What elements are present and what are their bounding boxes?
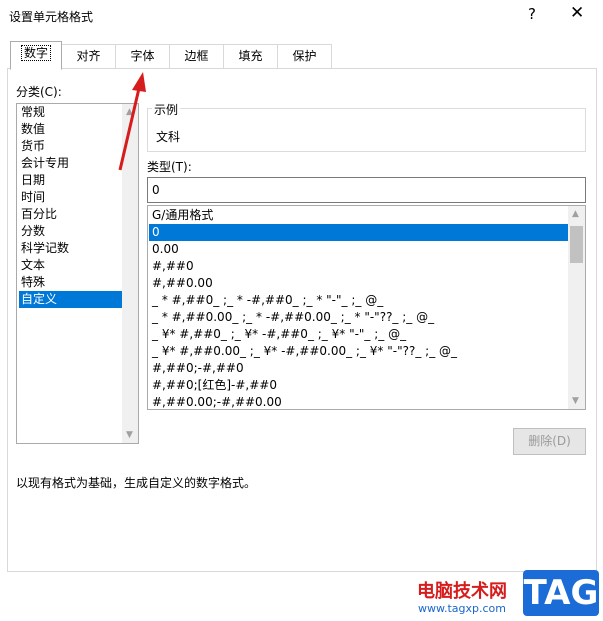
- watermark-site-name: 电脑技术网: [417, 581, 507, 602]
- annotation-arrow-icon: [118, 72, 146, 171]
- tab-number[interactable]: 数字: [10, 41, 62, 70]
- scroll-thumb[interactable]: [570, 226, 583, 263]
- category-label: 分类(C):: [16, 85, 62, 99]
- category-item[interactable]: 会计专用: [19, 155, 122, 172]
- category-item[interactable]: 常规: [19, 104, 122, 121]
- sample-value: 文科: [156, 130, 181, 144]
- category-item[interactable]: 货币: [19, 138, 122, 155]
- category-item[interactable]: 日期: [19, 172, 122, 189]
- format-item[interactable]: _ ¥* #,##0_ ;_ ¥* -#,##0_ ;_ ¥* "-"_ ;_ …: [149, 326, 569, 343]
- format-item[interactable]: 0.00: [149, 241, 569, 258]
- type-input[interactable]: 0: [147, 177, 586, 203]
- format-item[interactable]: #,##0: [149, 258, 569, 275]
- type-label: 类型(T):: [147, 160, 192, 174]
- scroll-down-icon[interactable]: ▼: [572, 396, 579, 406]
- close-button[interactable]: ✕: [570, 3, 584, 23]
- category-item[interactable]: 百分比: [19, 206, 122, 223]
- tab-border[interactable]: 边框: [169, 44, 224, 68]
- scroll-up-icon[interactable]: ▲: [572, 209, 579, 219]
- category-item[interactable]: 分数: [19, 223, 122, 240]
- format-item[interactable]: #,##0.00;-#,##0.00: [149, 394, 569, 409]
- type-input-value: 0: [152, 183, 160, 197]
- watermark-url: www.tagxp.com: [418, 602, 506, 615]
- sample-legend: 示例: [152, 101, 181, 118]
- category-item[interactable]: 时间: [19, 189, 122, 206]
- format-scrollbar[interactable]: ▲ ▼: [568, 206, 585, 409]
- tab-fill[interactable]: 填充: [223, 44, 278, 68]
- delete-button[interactable]: 删除(D): [513, 428, 586, 455]
- watermark-tag-logo: TAG: [523, 570, 599, 616]
- format-item[interactable]: #,##0;[红色]-#,##0: [149, 377, 569, 394]
- category-item[interactable]: 特殊: [19, 274, 122, 291]
- tab-number-label: 数字: [20, 45, 52, 61]
- format-item[interactable]: _ * #,##0_ ;_ * -#,##0_ ;_ * "-"_ ;_ @_: [149, 292, 569, 309]
- format-list[interactable]: G/通用格式 0 0.00 #,##0 #,##0.00 _ * #,##0_ …: [147, 205, 586, 410]
- format-item-selected[interactable]: 0: [149, 224, 569, 241]
- help-button[interactable]: ?: [528, 5, 536, 23]
- category-item[interactable]: 科学记数: [19, 240, 122, 257]
- tab-alignment[interactable]: 对齐: [61, 44, 116, 68]
- tab-font[interactable]: 字体: [115, 44, 170, 68]
- category-item[interactable]: 数值: [19, 121, 122, 138]
- dialog-title: 设置单元格格式: [9, 10, 94, 24]
- title-bar: 设置单元格格式 ? ✕: [0, 0, 603, 34]
- tab-protection[interactable]: 保护: [277, 44, 332, 68]
- category-item-selected[interactable]: 自定义: [19, 291, 122, 308]
- format-item[interactable]: _ * #,##0.00_ ;_ * -#,##0.00_ ;_ * "-"??…: [149, 309, 569, 326]
- format-item[interactable]: #,##0.00: [149, 275, 569, 292]
- format-description: 以现有格式为基础，生成自定义的数字格式。: [16, 476, 257, 490]
- format-item[interactable]: #,##0;-#,##0: [149, 360, 569, 377]
- format-item[interactable]: G/通用格式: [149, 207, 569, 224]
- format-item[interactable]: _ ¥* #,##0.00_ ;_ ¥* -#,##0.00_ ;_ ¥* "-…: [149, 343, 569, 360]
- scroll-down-icon[interactable]: ▼: [126, 430, 133, 440]
- sample-group: [147, 108, 586, 152]
- category-item[interactable]: 文本: [19, 257, 122, 274]
